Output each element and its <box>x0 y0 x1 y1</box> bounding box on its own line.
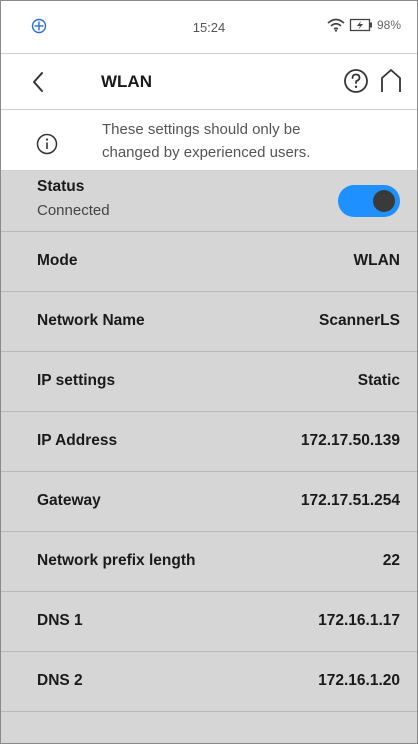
settings-row-dns-1[interactable]: DNS 1 172.16.1.17 <box>1 592 417 652</box>
row-label: Mode <box>37 252 78 269</box>
settings-row-ip-address[interactable]: IP Address 172.17.50.139 <box>1 412 417 472</box>
back-button[interactable] <box>25 68 53 96</box>
status-row: Status Connected <box>1 171 417 232</box>
battery-percent: 98% <box>376 18 401 32</box>
home-button[interactable] <box>378 67 404 95</box>
row-value: 172.17.51.254 <box>300 492 400 509</box>
settings-row-mode[interactable]: Mode WLAN <box>1 232 417 292</box>
help-icon <box>344 69 368 93</box>
settings-row-network-prefix-length[interactable]: Network prefix length 22 <box>1 532 417 592</box>
row-value: 172.16.1.20 <box>318 672 400 689</box>
info-icon <box>36 133 58 155</box>
row-label: Network prefix length <box>37 552 196 569</box>
row-label: Gateway <box>37 492 101 509</box>
settings-row-ip-settings[interactable]: IP settings Static <box>1 352 417 412</box>
notice-line-1: These settings should only be <box>102 121 301 138</box>
row-label: DNS 2 <box>37 672 83 689</box>
home-icon <box>381 69 401 92</box>
wlan-toggle[interactable] <box>338 185 400 217</box>
page-title: WLAN <box>101 72 152 91</box>
row-value: 172.17.50.139 <box>300 432 400 449</box>
status-indicators: 98% <box>327 18 401 32</box>
settings-row-dns-2[interactable]: DNS 2 172.16.1.20 <box>1 652 417 712</box>
status-value: Connected <box>37 202 110 219</box>
row-label: IP Address <box>37 432 118 449</box>
row-value: 172.16.1.17 <box>318 612 400 629</box>
row-value: ScannerLS <box>319 312 400 329</box>
notice-text: These settings should only be changed by… <box>102 118 402 164</box>
status-bar: 15:24 98% <box>1 1 417 54</box>
page-header: WLAN <box>1 54 417 110</box>
device-screen: 15:24 98% WLAN These settings should onl… <box>0 0 418 744</box>
help-button[interactable] <box>343 68 369 94</box>
settings-row-network-name[interactable]: Network Name ScannerLS <box>1 292 417 352</box>
row-label: Network Name <box>37 312 145 329</box>
row-value: 22 <box>382 552 400 569</box>
toggle-knob <box>373 190 395 212</box>
notice-banner: These settings should only be changed by… <box>1 110 417 171</box>
battery-charging-icon <box>349 18 372 32</box>
row-value: WLAN <box>353 252 401 269</box>
settings-row-gateway[interactable]: Gateway 172.17.51.254 <box>1 472 417 532</box>
row-value: Static <box>357 372 400 389</box>
wifi-icon <box>327 18 345 32</box>
row-label: IP settings <box>37 372 116 389</box>
notice-line-2: changed by experienced users. <box>102 144 311 161</box>
row-label: DNS 1 <box>37 612 83 629</box>
status-label: Status <box>37 178 85 195</box>
